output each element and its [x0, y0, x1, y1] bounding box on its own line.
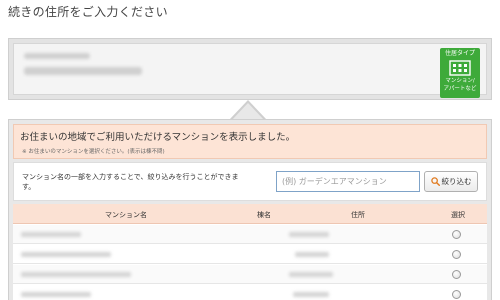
notice-title: お住まいの地域でご利用いただけるマンションを表示しました。 [20, 132, 296, 143]
filter-description: マンション名の一部を入力することで、絞り込みを行うことができます。 [22, 173, 239, 192]
blurred-cell [289, 272, 333, 277]
select-radio[interactable] [452, 250, 461, 259]
filter-area: マンション名の一部を入力することで、絞り込みを行うことができます。 絞り込む [13, 162, 487, 201]
blurred-cell [293, 292, 329, 297]
table-row[interactable] [13, 225, 487, 244]
housing-type-label-line2: アパートなど [443, 86, 477, 93]
address-panel: 住居タイプ マンション/ アパートなど [8, 38, 492, 100]
column-header-address: 住所 [351, 211, 365, 219]
blurred-cell [295, 252, 329, 257]
housing-type-label-line1: マンション/ [445, 78, 475, 84]
column-header-building: 棟名 [257, 211, 271, 219]
blurred-address-line-2 [24, 67, 142, 75]
table-header: マンション名 棟名 住所 選択 [13, 204, 487, 224]
table-row[interactable] [13, 285, 487, 300]
search-icon [430, 177, 440, 186]
housing-type-badge: 住居タイプ マンション/ アパートなど [440, 48, 480, 98]
filter-button[interactable]: 絞り込む [424, 171, 478, 192]
blurred-cell [21, 232, 81, 237]
select-radio[interactable] [452, 230, 461, 239]
mansion-table: マンション名 棟名 住所 選択 [13, 204, 487, 300]
address-display: 住居タイプ マンション/ アパートなど [13, 43, 487, 98]
blurred-cell [21, 292, 91, 297]
table-row[interactable] [13, 245, 487, 264]
notice-subtext: ※ お住まいのマンションを選択ください。(表示は棟不問) [22, 149, 165, 155]
blurred-cell [21, 252, 111, 257]
table-row[interactable] [13, 265, 487, 284]
apartment-building-icon [449, 60, 471, 76]
select-radio[interactable] [452, 270, 461, 279]
blurred-address-line-1 [24, 53, 90, 59]
housing-type-title: 住居タイプ [444, 50, 475, 57]
blurred-cell [21, 272, 131, 277]
mansion-name-search-input[interactable] [276, 171, 420, 192]
results-notice: お住まいの地域でご利用いただけるマンションを表示しました。 ※ お住まいのマンシ… [13, 124, 487, 159]
column-header-name: マンション名 [105, 211, 147, 219]
page-title: 続きの住所をご入力ください [8, 5, 168, 19]
column-header-select: 選択 [451, 211, 465, 219]
filter-button-label: 絞り込む [441, 177, 472, 186]
blurred-cell [289, 232, 329, 237]
mansion-results-panel: お住まいの地域でご利用いただけるマンションを表示しました。 ※ お住まいのマンシ… [8, 119, 492, 300]
select-radio[interactable] [452, 290, 461, 299]
